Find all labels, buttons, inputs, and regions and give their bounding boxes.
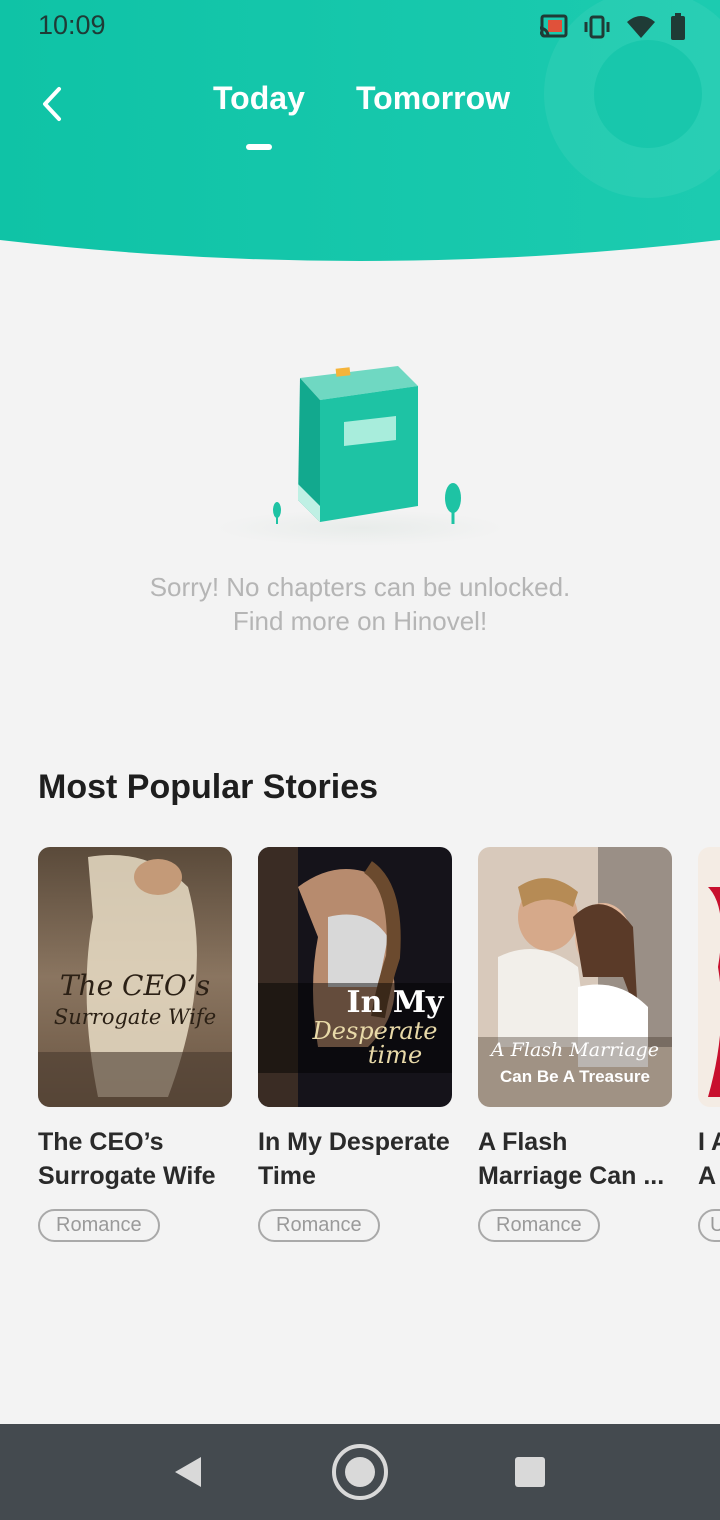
cast-icon [539,14,568,38]
book-title-line1: In My Desperate [258,1128,450,1156]
cover-title-3: time [367,1041,423,1069]
book-title-line2: A [698,1162,717,1190]
book-title-line1: A Flash [478,1128,568,1156]
book-title-line2: Marriage Can ... [478,1162,665,1190]
cover-title-1: A Flash Marriage [490,1039,660,1061]
vibrate-icon [584,15,610,39]
wifi-icon [627,16,655,38]
genre-tag[interactable]: Romance [38,1209,160,1242]
book-title[interactable]: I A A [698,1125,720,1193]
book-illustration [215,366,505,546]
nav-recents-button[interactable] [500,1442,560,1502]
cover-title-2: Surrogate Wife [53,1005,217,1029]
cover-title-1: The CEO’s [59,969,211,1002]
book-title[interactable]: In My Desperate Time [258,1125,452,1193]
book-cover[interactable]: The CEO’s Surrogate Wife [38,847,232,1107]
battery-icon [671,13,685,40]
book-card[interactable]: The CEO’s Surrogate Wife The CEO’s Surro… [38,847,232,1242]
active-tab-indicator [246,144,272,150]
book-card[interactable]: A Flash Marriage Can Be A Treasure A Fla… [478,847,672,1242]
book-cover[interactable]: In My Desperate time [258,847,452,1107]
book-card[interactable]: In My Desperate time In My Desperate Tim… [258,847,452,1242]
system-nav-bar [0,1424,720,1520]
book-title-line1: I A [698,1128,720,1156]
tab-today[interactable]: Today [213,80,305,117]
genre-tag[interactable]: Romance [478,1209,600,1242]
home-circle-icon [332,1444,388,1500]
book-title[interactable]: A Flash Marriage Can ... [478,1125,672,1193]
book-title-line1: The CEO’s [38,1128,164,1156]
back-triangle-icon [175,1457,201,1487]
tab-bar: Today Tomorrow [0,80,720,160]
recents-square-icon [515,1457,545,1487]
genre-tag[interactable]: U [698,1209,720,1242]
nav-back-button[interactable] [158,1442,218,1502]
status-icons [538,12,686,42]
book-title-line2: Surrogate Wife [38,1162,216,1190]
book-cover[interactable]: A Flash Marriage Can Be A Treasure [478,847,672,1107]
genre-tag[interactable]: Romance [258,1209,380,1242]
book-title[interactable]: The CEO’s Surrogate Wife [38,1125,232,1193]
section-title-most-popular: Most Popular Stories [38,768,379,806]
nav-home-button[interactable] [330,1442,390,1502]
book-card[interactable]: I A A U [698,847,720,1242]
status-bar: 10:09 [0,0,720,56]
cover-title-1: In My [346,985,444,1020]
empty-message-line1: Sorry! No chapters can be unlocked. [149,572,571,602]
book-title-line2: Time [258,1162,316,1190]
tab-tomorrow[interactable]: Tomorrow [356,80,510,117]
book-cover[interactable] [698,847,720,1107]
cover-title-2: Can Be A Treasure [500,1067,650,1086]
status-time: 10:09 [38,10,106,40]
cover-art [698,847,720,1107]
empty-message-line2: Find more on Hinovel! [232,606,488,636]
